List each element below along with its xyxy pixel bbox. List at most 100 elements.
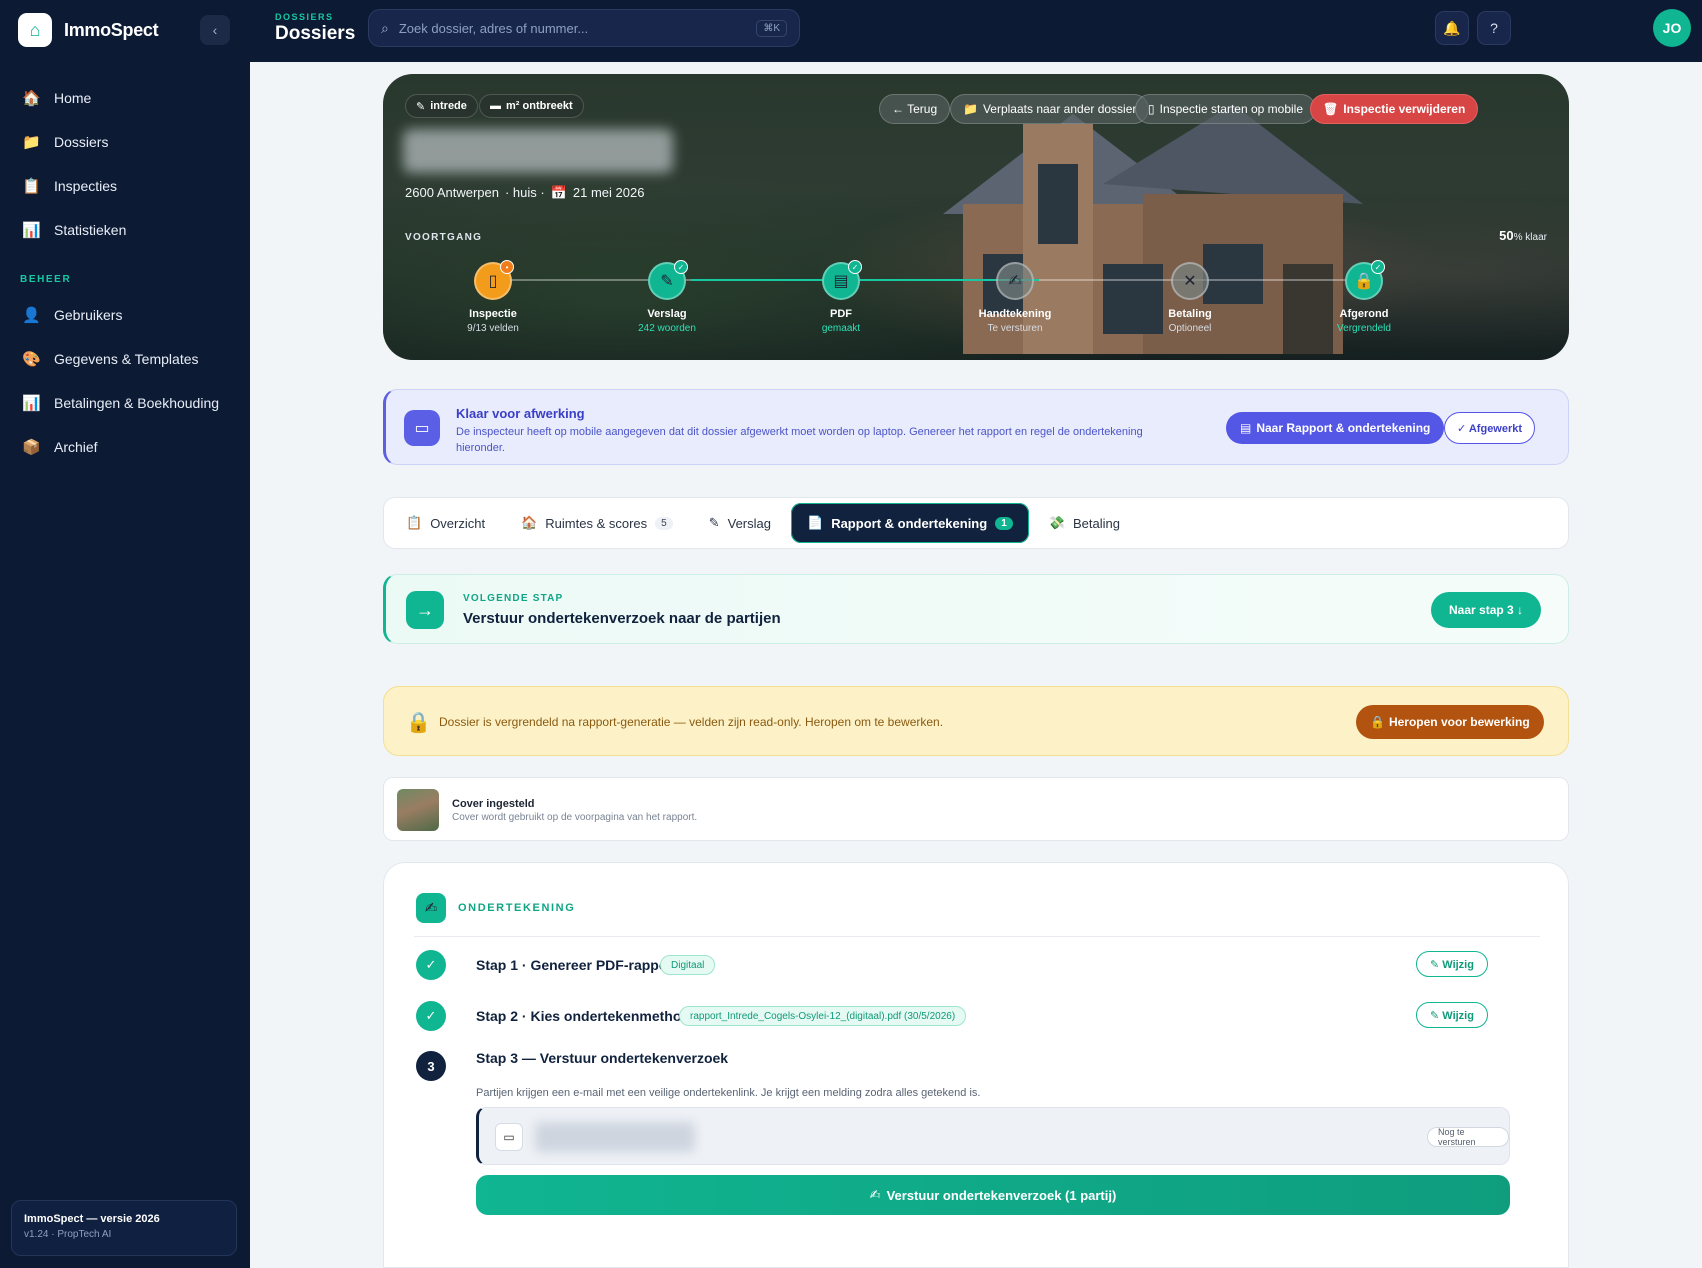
- mark-completed-button[interactable]: ✓ Afgewerkt: [1444, 412, 1536, 444]
- button-label: Inspectie verwijderen: [1343, 102, 1466, 116]
- lock-icon: 🔒 ✓: [1345, 260, 1385, 300]
- step3-description: Partijen krijgen een e-mail met een veil…: [476, 1087, 981, 1099]
- step-label: Betaling: [1168, 308, 1212, 320]
- lock-icon: 🔒: [406, 712, 431, 734]
- step-sub: 9/13 velden: [467, 323, 519, 334]
- version-box: ImmoSpect — versie 2026 v1.24 · PropTech…: [11, 1200, 237, 1256]
- step-sub: Te versturen: [987, 323, 1043, 334]
- progress-step-afgerond[interactable]: 🔒 ✓ Afgerond Vergrendeld: [1294, 260, 1434, 334]
- notification-bell-icon[interactable]: 🔔: [1435, 11, 1469, 45]
- tab-betaling[interactable]: 💸 Betaling: [1033, 503, 1136, 543]
- step-title: Stap 3 — Verstuur ondertekenverzoek: [476, 1050, 729, 1066]
- check-badge-icon: ✓: [848, 260, 862, 274]
- button-label: Verstuur ondertekenverzoek (1 partij): [886, 1187, 1117, 1203]
- next-step-card: → VOLGENDE STAP Verstuur ondertekenverzo…: [383, 574, 1569, 644]
- chip-intrede[interactable]: ✎ intrede: [405, 94, 478, 118]
- main-content: ✎ intrede ▬ m² ontbreekt ← Terug 📁 Verpl…: [250, 62, 1702, 1268]
- chevron-left-icon[interactable]: ‹: [200, 15, 230, 45]
- sidebar-item-label: Archief: [54, 439, 98, 455]
- back-button[interactable]: ← Terug: [879, 94, 951, 124]
- chip-m2-missing[interactable]: ▬ m² ontbreekt: [479, 94, 584, 118]
- step-label: Handtekening: [978, 308, 1052, 320]
- step-label: Afgerond: [1339, 308, 1389, 320]
- progress-step-verslag[interactable]: ✎ ✓ Verslag 242 woorden: [597, 260, 737, 334]
- party-row[interactable]: ▭ Nog te versturen: [476, 1107, 1510, 1165]
- percent-value: 50: [1499, 228, 1514, 243]
- meta-date: 21 mei 2026: [572, 185, 645, 200]
- tab-ruimtes-scores[interactable]: 🏠 Ruimtes & scores 5: [505, 503, 689, 543]
- signing-section: ✍ ONDERTEKENING ✓ Stap 1 · Genereer PDF-…: [383, 862, 1569, 1268]
- tab-rapport-ondertekening[interactable]: 📄 Rapport & ondertekening 1: [791, 503, 1029, 543]
- search-input[interactable]: [398, 20, 747, 36]
- sidebar-item-statistieken[interactable]: 📊 Statistieken: [0, 208, 250, 252]
- pending-badge-icon: •: [500, 260, 514, 274]
- shortcut-hint: ⌘K: [756, 19, 787, 37]
- step-label: Verslag: [647, 308, 687, 320]
- delete-inspection-button[interactable]: 🗑 Inspectie verwijderen: [1310, 94, 1479, 124]
- next-step-label: VOLGENDE STAP: [463, 593, 564, 604]
- progress-step-inspectie[interactable]: ▯ • Inspectie 9/13 velden: [423, 260, 563, 334]
- archive-box-icon: 📦: [22, 439, 41, 456]
- tab-label: Overzicht: [430, 515, 486, 531]
- sidebar-item-label: Gebruikers: [54, 307, 123, 323]
- brand-name: ImmoSpect: [64, 19, 159, 40]
- help-icon[interactable]: ?: [1477, 11, 1511, 45]
- step-tag: rapport_Intrede_Cogels-Osylei-12_(digita…: [679, 1006, 967, 1026]
- search-bar[interactable]: ⌕ ⌘K: [368, 9, 800, 47]
- sidebar-item-gegevens-templates[interactable]: 🎨 Gegevens & Templates: [0, 337, 250, 381]
- edit-step2-button[interactable]: ✎ Wijzig: [1416, 1002, 1488, 1028]
- button-label: Naar Rapport & ondertekening: [1256, 421, 1431, 435]
- cover-title: Cover ingesteld: [452, 798, 535, 810]
- document-icon: 📄: [807, 515, 824, 530]
- sidebar-item-archief[interactable]: 📦 Archief: [0, 425, 250, 469]
- go-to-step3-button[interactable]: Naar stap 3 ↓: [1431, 592, 1542, 628]
- sidebar-item-home[interactable]: 🏠 Home: [0, 76, 250, 120]
- edit-step1-button[interactable]: ✎ Wijzig: [1416, 951, 1488, 977]
- sidebar-item-gebruikers[interactable]: 👤 Gebruikers: [0, 293, 250, 337]
- sidebar-item-inspecties[interactable]: 📋 Inspecties: [0, 164, 250, 208]
- tab-label: Verslag: [727, 515, 771, 531]
- signature-icon: ✍: [996, 262, 1034, 300]
- move-dossier-button[interactable]: 📁 Verplaats naar ander dossier: [950, 94, 1150, 124]
- sidebar-item-dossiers[interactable]: 📁 Dossiers: [0, 120, 250, 164]
- button-label: Inspectie starten op mobile: [1159, 102, 1304, 116]
- step-sub: Vergrendeld: [1337, 323, 1391, 334]
- sidebar-item-label: Inspecties: [54, 178, 118, 194]
- bar-chart-icon: 📊: [22, 395, 41, 412]
- divider: [414, 936, 1540, 937]
- reopen-button[interactable]: 🔒 Heropen voor bewerking: [1356, 705, 1544, 739]
- tab-overzicht[interactable]: 📋 Overzicht: [390, 503, 501, 543]
- chip-label: intrede: [430, 100, 467, 112]
- tab-verslag[interactable]: ✎ Verslag: [693, 503, 787, 543]
- nav-section-beheer: BEHEER: [20, 274, 72, 285]
- avatar[interactable]: JO: [1653, 9, 1691, 47]
- sidebar-item-betalingen[interactable]: 📊 Betalingen & Boekhouding: [0, 381, 250, 425]
- go-to-report-button[interactable]: ▤ Naar Rapport & ondertekening: [1226, 412, 1445, 444]
- house-logo-icon: ⌂: [18, 13, 52, 47]
- cover-thumbnail: [397, 789, 439, 831]
- progress-step-betaling[interactable]: ✕ Betaling Optioneel: [1120, 262, 1260, 334]
- payment-icon: 💸: [1048, 515, 1065, 530]
- breadcrumb: DOSSIERS Dossiers: [275, 12, 355, 45]
- step-sub: Optioneel: [1168, 323, 1212, 334]
- document-icon: ▤ ✓: [822, 260, 862, 300]
- start-mobile-button[interactable]: ▯ Inspectie starten op mobile: [1135, 94, 1317, 124]
- check-icon: ✓: [416, 1001, 446, 1031]
- progress-label: VOORTGANG: [405, 232, 483, 243]
- cover-card[interactable]: Cover ingesteld Cover wordt gebruikt op …: [383, 777, 1569, 841]
- document-edit-icon: ✎ ✓: [648, 260, 688, 300]
- step-title: Stap 1 · Genereer PDF-rapport: [476, 957, 678, 973]
- palette-icon: 🎨: [22, 351, 41, 368]
- brand[interactable]: ⌂ ImmoSpect: [18, 13, 159, 47]
- send-signing-request-button[interactable]: ✍ Verstuur ondertekenverzoek (1 partij): [476, 1175, 1510, 1215]
- page-title: Dossiers: [275, 23, 356, 44]
- locked-text: Dossier is vergrendeld na rapport-genera…: [439, 715, 944, 729]
- progress-step-handtekening[interactable]: ✍ Handtekening Te versturen: [945, 262, 1085, 334]
- lock-icon: 🔒: [1370, 715, 1385, 729]
- version-title: ImmoSpect — versie 2026: [24, 1213, 160, 1225]
- home-icon: 🏠: [22, 90, 41, 107]
- sidebar-nav: 🏠 Home 📁 Dossiers 📋 Inspecties 📊 Statist…: [0, 76, 250, 469]
- clipboard-icon: 📋: [22, 178, 41, 195]
- progress-step-pdf[interactable]: ▤ ✓ PDF gemaakt: [771, 260, 911, 334]
- payment-icon: ✕: [1171, 262, 1209, 300]
